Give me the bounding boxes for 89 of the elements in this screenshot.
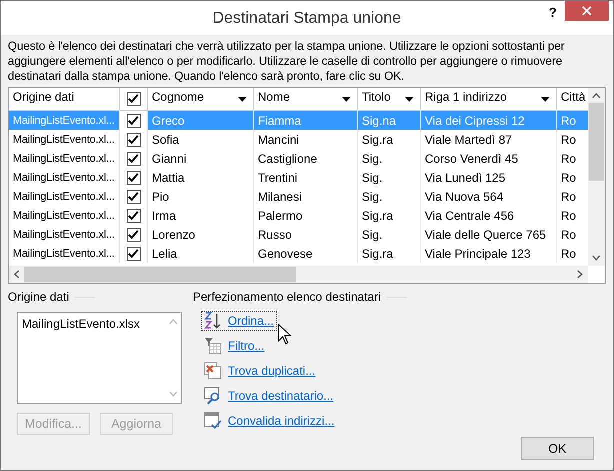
table-cell: Gianni <box>152 152 187 166</box>
link[interactable]: Trova duplicati... <box>228 364 316 378</box>
table-cell: Fiamma <box>258 114 302 128</box>
table-cell: MailingListEvento.xl... <box>13 152 115 164</box>
table-cell: MailingListEvento.xl... <box>13 210 115 222</box>
dropdown-arrow-icon[interactable] <box>541 96 550 102</box>
dropdown-arrow-icon[interactable] <box>342 96 351 102</box>
checkbox[interactable] <box>126 170 140 184</box>
window-title: Destinatari Stampa unione <box>212 10 402 28</box>
search-icon <box>204 387 222 405</box>
filter-icon <box>204 337 222 355</box>
table-cell: Via Lunedì 125 <box>425 170 506 184</box>
table-cell: Lorenzo <box>152 228 196 242</box>
scroll-down-icon <box>168 391 178 397</box>
close-icon <box>582 6 592 16</box>
table-cell: MailingListEvento.xl... <box>13 190 115 202</box>
table-cell: MailingListEvento.xl... <box>13 172 115 184</box>
scroll-right-icon[interactable] <box>577 270 583 279</box>
close-button[interactable] <box>565 1 609 21</box>
sort-icon <box>204 312 222 330</box>
link[interactable]: Trova destinatario... <box>228 389 334 403</box>
table-cell: Ro <box>561 246 576 260</box>
table-cell: Sig.ra <box>362 246 394 260</box>
table-cell: Ro <box>561 114 576 128</box>
scroll-up-icon[interactable] <box>592 93 601 99</box>
list-item[interactable]: MailingListEvento.xlsx <box>22 317 161 331</box>
duplicates-icon <box>204 362 222 380</box>
table-cell: MailingListEvento.xl... <box>13 134 115 146</box>
table-cell: Sig. <box>362 190 383 204</box>
group-label: Origine dati <box>8 290 70 304</box>
vertical-scrollbar[interactable] <box>588 88 605 266</box>
table-cell: Sig. <box>362 228 383 242</box>
horizontal-scrollbar[interactable] <box>9 266 588 283</box>
table-cell: Sig.na <box>362 114 396 128</box>
checkbox[interactable] <box>126 132 140 146</box>
table-cell: Viale Principale 123 <box>425 246 531 260</box>
table-cell: Mattia <box>152 170 185 184</box>
checkbox[interactable] <box>126 246 140 260</box>
dropdown-arrow-icon[interactable] <box>238 96 247 102</box>
table-cell: Palermo <box>258 208 303 222</box>
table-cell: MailingListEvento.xl... <box>13 248 115 260</box>
checklist-icon <box>204 412 222 430</box>
ok-button[interactable]: OK <box>521 437 594 460</box>
description-text: Questo è l'elenco dei destinatari che verrà utilizzato per la stampa unione. Utilizzare le opzioni sottostanti per aggiungere elementi all'elenco o per modificarlo. Utilizzare le caselle di controllo per aggiungere o rimuovere destinatari dalla stampa unione. Quando l'elenco sarà pronto, fare clic su OK. <box>8 39 566 84</box>
link[interactable]: Convalida indirizzi... <box>228 414 335 428</box>
table-cell: Sig. <box>362 170 383 184</box>
data-source-list[interactable]: MailingListEvento.xlsx <box>17 312 182 404</box>
table-cell: Ro <box>561 228 576 242</box>
table-cell: Via Nuova 564 <box>425 190 504 204</box>
checkbox[interactable] <box>126 152 140 166</box>
table-cell: Sofia <box>152 132 180 146</box>
dropdown-arrow-icon[interactable] <box>405 96 414 102</box>
group-label: Perfezionamento elenco destinatari <box>193 290 382 304</box>
table-cell: Ro <box>561 208 576 222</box>
table-cell: Castiglione <box>258 152 318 166</box>
table-cell: Lelia <box>152 246 178 260</box>
table-cell: MailingListEvento.xl... <box>13 228 115 240</box>
table-cell: Via Centrale 456 <box>425 208 514 222</box>
table-cell: Irma <box>152 208 176 222</box>
checkbox[interactable] <box>126 92 140 106</box>
table-cell: Ro <box>561 132 576 146</box>
table-cell: Viale delle Querce 765 <box>425 228 546 242</box>
table-cell: Ro <box>561 190 576 204</box>
table-cell: Genovese <box>258 246 313 260</box>
table-cell: Sig.ra <box>362 132 394 146</box>
table-cell: Russo <box>258 228 292 242</box>
table-cell: Sig.ra <box>362 208 394 222</box>
table-cell: Via dei Cipressi 12 <box>425 114 525 128</box>
table-cell: Milanesi <box>258 190 302 204</box>
help-button[interactable]: ? <box>543 3 563 22</box>
checkbox[interactable] <box>126 114 140 128</box>
table-cell: Pio <box>152 190 170 204</box>
table-cell: Greco <box>152 114 185 128</box>
mouse-pointer-icon <box>278 324 292 345</box>
scroll-down-icon[interactable] <box>592 255 601 261</box>
table-cell: Mancini <box>258 132 300 146</box>
scroll-left-icon[interactable] <box>14 270 20 279</box>
checkbox[interactable] <box>126 228 140 242</box>
checkbox[interactable] <box>126 208 140 222</box>
table-cell: Viale Martedì 87 <box>425 132 512 146</box>
link[interactable]: Filtro... <box>228 339 265 353</box>
checkbox[interactable] <box>126 190 140 204</box>
table-cell: Corso Venerdì 45 <box>425 152 518 166</box>
table-cell: Ro <box>561 170 576 184</box>
table-cell: MailingListEvento.xl... <box>13 114 115 126</box>
table-cell: Sig. <box>362 152 383 166</box>
table-cell: Trentini <box>258 170 298 184</box>
scroll-up-icon <box>168 319 178 325</box>
table-cell: Ro <box>561 152 576 166</box>
